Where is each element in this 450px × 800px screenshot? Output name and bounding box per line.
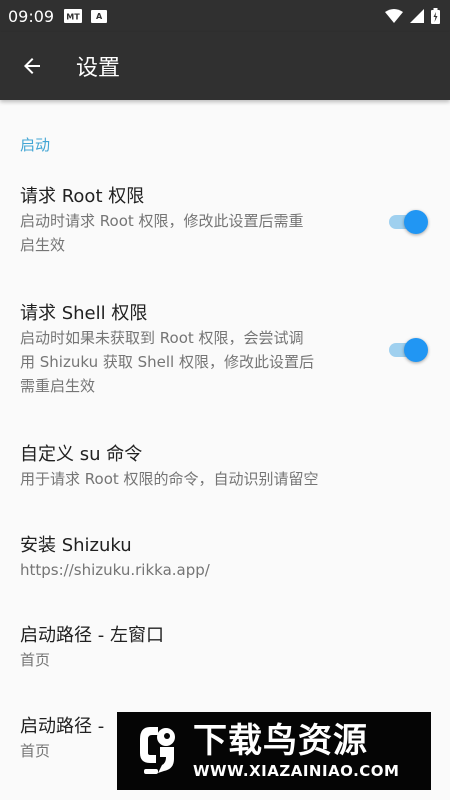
battery-icon	[431, 8, 440, 24]
pref-title: 请求 Shell 权限	[20, 303, 148, 324]
pref-summary-line: 首页	[20, 651, 51, 669]
pref-request-shell[interactable]: 请求 Shell 权限 启动时如果未获取到 Root 权限，会尝试调 用 Shi…	[20, 302, 370, 398]
watermark-url: WWW.XIAZAINIAO.COM	[193, 762, 400, 780]
signal-icon	[409, 8, 425, 24]
app-bar: 设置	[0, 32, 450, 100]
svg-text:MT: MT	[66, 13, 80, 22]
page-title: 设置	[76, 56, 121, 81]
shell-permission-switch[interactable]	[385, 338, 428, 362]
category-header: 启动	[20, 136, 51, 154]
status-bar: 09:09 MT A	[0, 0, 450, 32]
pref-custom-su[interactable]: 自定义 su 命令 用于请求 Root 权限的命令，自动识别请留空	[20, 443, 430, 491]
pref-title: 安装 Shizuku	[20, 535, 132, 556]
a-notification-icon: A	[91, 9, 108, 23]
watermark-banner: 下载鸟资源 WWW.XIAZAINIAO.COM	[117, 712, 431, 790]
switch-thumb	[404, 338, 428, 362]
pref-start-path-left[interactable]: 启动路径 - 左窗口 首页	[20, 624, 430, 672]
status-icons	[385, 8, 440, 24]
pref-summary-line: https://shizuku.rikka.app/	[20, 561, 210, 579]
pref-summary-line: 启动时如果未获取到 Root 权限，会尝试调	[20, 329, 304, 347]
pref-title: 请求 Root 权限	[20, 186, 145, 207]
pref-summary-line: 启动时请求 Root 权限，修改此设置后需重	[20, 212, 304, 230]
pref-install-shizuku[interactable]: 安装 Shizuku https://shizuku.rikka.app/	[20, 534, 430, 582]
arrow-back-icon	[20, 54, 44, 78]
status-time: 09:09	[8, 6, 55, 26]
mt-notification-icon: MT	[64, 9, 83, 23]
pref-title: 自定义 su 命令	[20, 444, 143, 465]
root-permission-switch[interactable]	[385, 210, 428, 234]
pref-summary-line: 用 Shizuku 获取 Shell 权限，修改此设置后	[20, 353, 314, 371]
watermark-text: 下载鸟资源 WWW.XIAZAINIAO.COM	[193, 721, 399, 781]
pref-summary-line: 用于请求 Root 权限的命令，自动识别请留空	[20, 470, 319, 488]
switch-thumb	[404, 210, 428, 234]
pref-title: 启动路径 - 左窗口	[20, 625, 164, 646]
back-button[interactable]	[0, 32, 64, 100]
bird-logo-icon	[135, 722, 183, 780]
pref-summary-line: 需重启生效	[20, 377, 96, 395]
wifi-icon	[385, 8, 403, 24]
pref-request-root[interactable]: 请求 Root 权限 启动时请求 Root 权限，修改此设置后需重 启生效	[20, 185, 370, 257]
watermark-name: 下载鸟资源	[193, 721, 368, 761]
pref-summary-line: 启生效	[20, 236, 66, 254]
